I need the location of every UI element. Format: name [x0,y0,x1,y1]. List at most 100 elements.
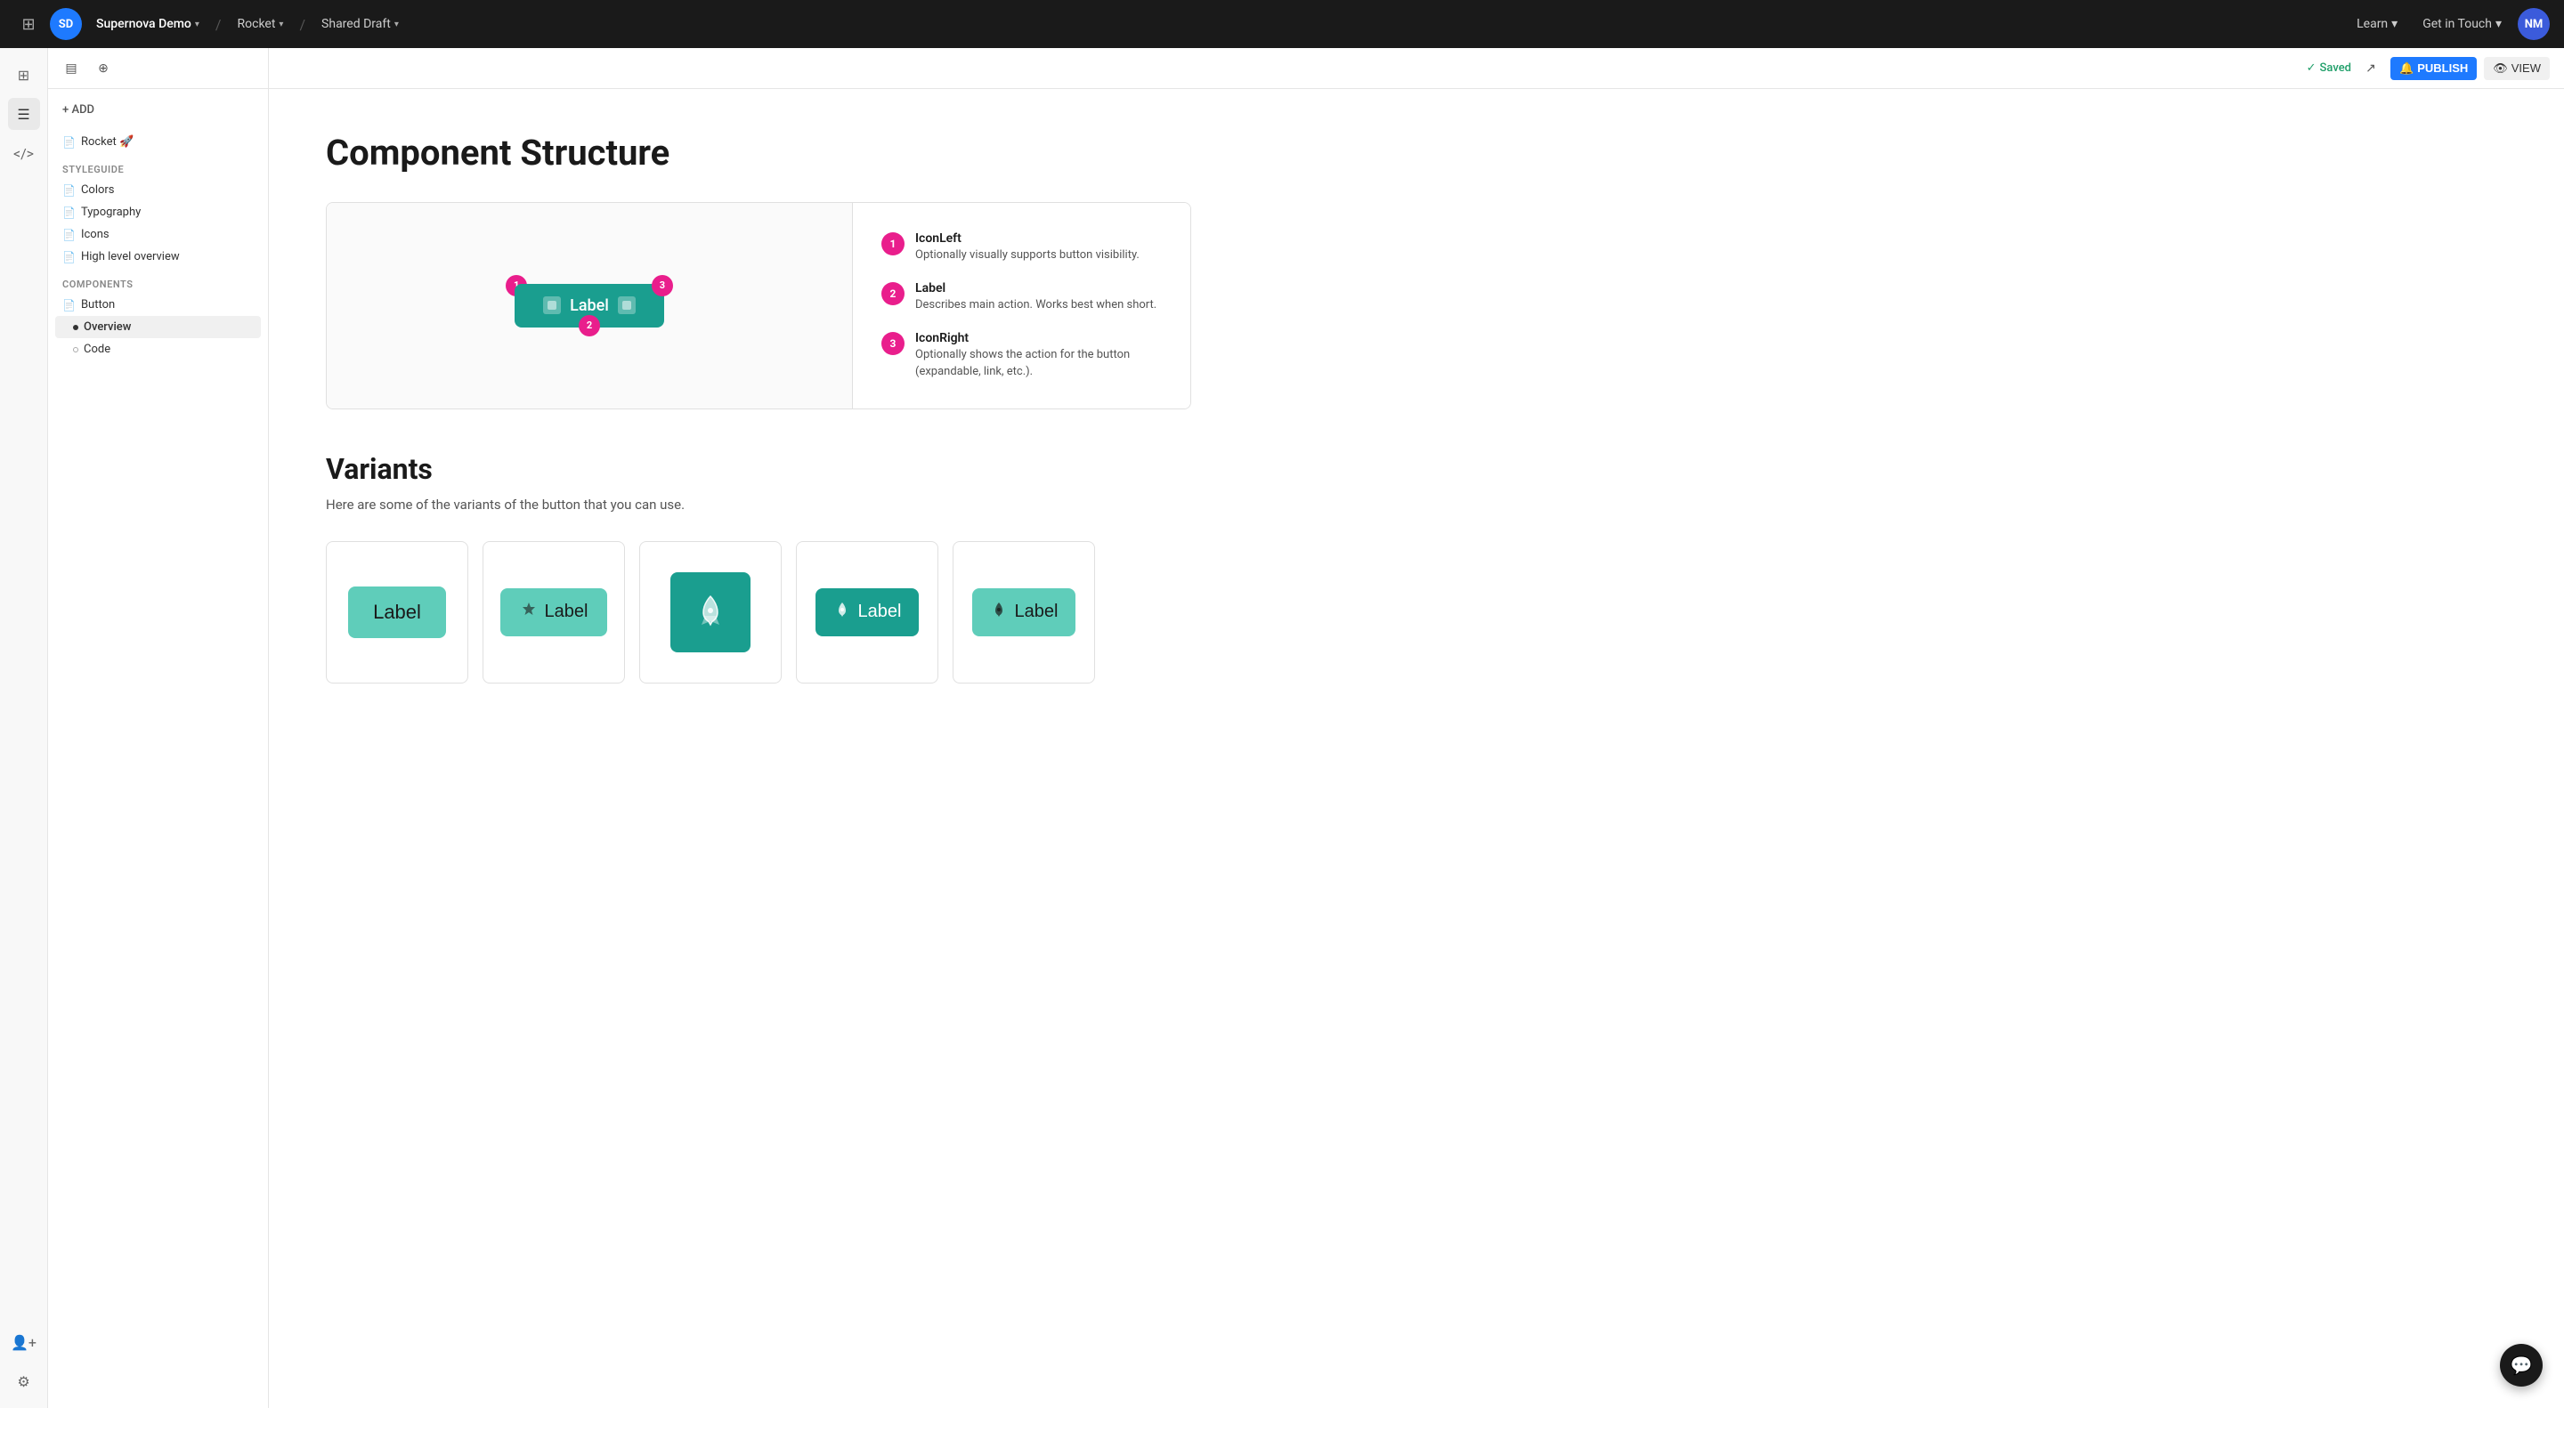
structure-title-2: Label [915,281,1156,295]
structure-badge-2: 2 [881,282,905,305]
structure-desc-2: Describes main action. Works best when s… [915,297,1156,313]
styleguide-section-label: STYLEGUIDE [55,153,261,179]
button-doc-icon: 📄 [62,299,76,311]
variant-button-5[interactable]: Label [972,588,1076,636]
draft-chevron-icon: ▾ [394,20,399,29]
sidebar-user-plus-icon[interactable]: 👤+ [8,1326,40,1358]
brand-logo: SD [50,8,82,40]
nav-separator-2: / [299,16,305,33]
variant-button-1[interactable]: Label [348,586,446,638]
diagram-right: 1 IconLeft Optionally visually supports … [852,203,1190,408]
learn-chevron-icon: ▾ [2391,17,2398,31]
inactive-bullet [73,347,78,352]
nav-item-overview[interactable]: 📄 High level overview [55,246,261,268]
saved-status: ✓ Saved [2307,61,2351,75]
structure-item-2: 2 Label Describes main action. Works bes… [881,281,1162,313]
external-link-button[interactable]: ↗ [2358,56,2383,81]
diagram-button-wrapper: 1 Label [515,284,664,328]
variant-card-2: Label [483,541,625,684]
variant-button-3[interactable] [670,572,751,652]
view-button[interactable]: 👁 VIEW [2484,57,2550,80]
sidebar-settings-icon[interactable]: ⚙ [8,1365,40,1397]
variant-card-1: Label [326,541,468,684]
sidebar-grid-icon[interactable]: ⊞ [8,59,40,91]
left-panel-content: + ADD 📄 Rocket 🚀 STYLEGUIDE 📄 Colors 📄 T… [48,89,268,371]
doc-icon: 📄 [62,136,76,149]
icon-sidebar: ⊞ ☰ </> 👤+ ⚙ [0,48,48,1408]
callout-badge-2: 2 [579,315,600,336]
publish-button[interactable]: 🔔 PUBLISH [2390,57,2477,80]
structure-desc-1: Optionally visually supports button visi… [915,247,1140,263]
chat-fab-button[interactable]: 💬 [2500,1344,2543,1387]
nav-item-icons[interactable]: 📄 Icons [55,223,261,246]
button-icon-right [618,296,636,314]
typography-doc-icon: 📄 [62,206,76,219]
nav-item-typography[interactable]: 📄 Typography [55,201,261,223]
topnav-right: Learn ▾ Get in Touch ▾ NM [2348,8,2550,40]
check-icon: ✓ [2307,61,2317,75]
callout-badge-3: 3 [652,275,673,296]
nav-sub-item-code[interactable]: Code [55,338,261,360]
root-nav-item[interactable]: 📄 Rocket 🚀 [55,131,261,153]
draft-nav-item[interactable]: Shared Draft ▾ [314,13,406,35]
structure-title-1: IconLeft [915,231,1140,246]
nav-sub-item-overview[interactable]: Overview [55,316,261,338]
variants-row: Label Label [326,541,1191,684]
variant-2-icon [520,601,538,624]
publish-icon: 🔔 [2399,61,2414,76]
project-nav-item[interactable]: Rocket ▾ [231,13,291,35]
new-doc-icon[interactable]: ⊕ [91,56,116,81]
nav-separator: / [215,16,222,33]
structure-badge-3: 3 [881,332,905,355]
page-title: Component Structure [326,132,1191,174]
sidebar-code-icon[interactable]: </> [8,137,40,169]
sidebar-bottom: 👤+ ⚙ [8,1326,40,1408]
structure-info-2: Label Describes main action. Works best … [915,281,1156,313]
variant-4-icon [833,601,851,624]
main-layout: ⊞ ☰ </> 👤+ ⚙ ▤ ⊕ + ADD 📄 Rocket 🚀 STYLEG… [0,48,2564,1408]
variant-button-2[interactable]: Label [500,588,608,636]
variant-card-5: Label [953,541,1095,684]
variants-desc: Here are some of the variants of the but… [326,497,1191,513]
content-body: Component Structure 1 [269,89,1248,726]
add-button[interactable]: + ADD [55,100,261,120]
apps-icon[interactable]: ⊞ [14,10,43,38]
variant-3-rocket-icon [693,593,728,631]
left-panel: ▤ ⊕ + ADD 📄 Rocket 🚀 STYLEGUIDE 📄 Colors… [48,48,269,1408]
colors-doc-icon: 📄 [62,184,76,197]
structure-desc-3: Optionally shows the action for the butt… [915,347,1162,379]
variants-title: Variants [326,452,1191,486]
structure-badge-1: 1 [881,232,905,255]
variant-button-4[interactable]: Label [815,588,920,636]
structure-title-3: IconRight [915,331,1162,345]
view-icon: 👁 [2493,61,2508,76]
main-content: ✓ Saved ↗ 🔔 PUBLISH 👁 VIEW Component Str… [269,48,2564,1408]
left-panel-toolbar: ▤ ⊕ [48,48,268,89]
structure-diagram: 1 Label [326,202,1191,409]
variant-5-icon [990,601,1008,624]
topnav: ⊞ SD Supernova Demo ▾ / Rocket ▾ / Share… [0,0,2564,48]
contact-btn[interactable]: Get in Touch ▾ [2414,13,2511,35]
overview-doc-icon: 📄 [62,251,76,263]
user-avatar[interactable]: NM [2518,8,2550,40]
nav-item-colors[interactable]: 📄 Colors [55,179,261,201]
active-bullet [73,325,78,330]
brand-name-btn[interactable]: Supernova Demo ▾ [89,13,207,35]
project-chevron-icon: ▾ [279,20,283,29]
structure-item-3: 3 IconRight Optionally shows the action … [881,331,1162,379]
button-icon-left [543,296,561,314]
variant-card-4: Label [796,541,938,684]
variant-card-3 [639,541,782,684]
contact-chevron-icon: ▾ [2495,17,2502,31]
structure-info-1: IconLeft Optionally visually supports bu… [915,231,1140,263]
structure-item-1: 1 IconLeft Optionally visually supports … [881,231,1162,263]
icons-doc-icon: 📄 [62,229,76,241]
nav-item-button[interactable]: 📄 Button [55,294,261,316]
sidebar-toggle-icon[interactable]: ▤ [59,56,84,81]
sidebar-doc-icon[interactable]: ☰ [8,98,40,130]
learn-btn[interactable]: Learn ▾ [2348,13,2406,35]
diagram-left: 1 Label [327,203,852,408]
structure-info-3: IconRight Optionally shows the action fo… [915,331,1162,379]
content-toolbar: ✓ Saved ↗ 🔔 PUBLISH 👁 VIEW [269,48,2564,89]
brand-chevron-icon: ▾ [195,20,199,29]
